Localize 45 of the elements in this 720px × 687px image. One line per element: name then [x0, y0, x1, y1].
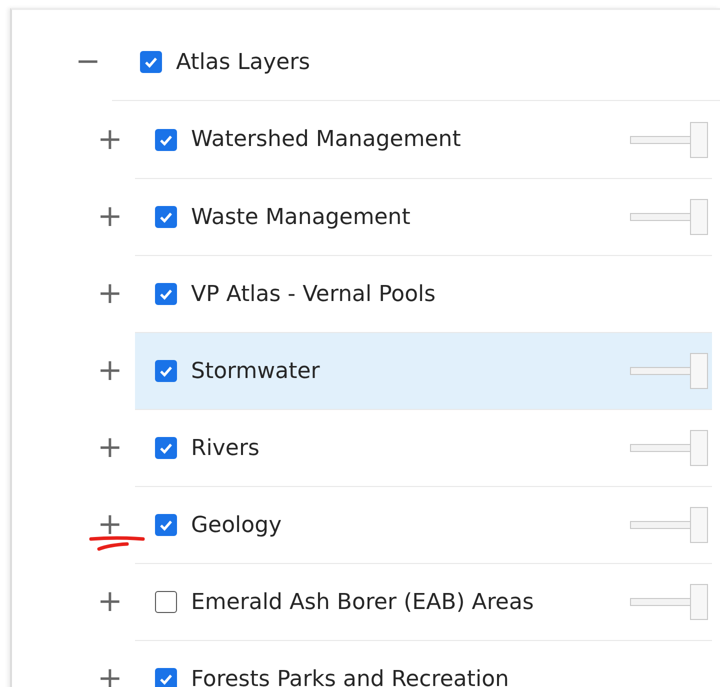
slider-thumb[interactable] [690, 199, 708, 235]
slider-thumb[interactable] [690, 584, 708, 620]
checkbox[interactable] [155, 514, 177, 536]
expand-toggle[interactable]: + [94, 510, 126, 540]
slider-thumb[interactable] [690, 122, 708, 158]
layer-label: Watershed Management [191, 127, 461, 152]
checkbox[interactable] [155, 128, 177, 150]
slider-thumb[interactable] [690, 430, 708, 466]
expand-toggle[interactable]: + [94, 278, 126, 308]
layer-row[interactable]: Rivers [135, 409, 712, 486]
layer-label: Stormwater [191, 358, 320, 384]
expand-toggle[interactable]: + [94, 356, 126, 386]
layer-row[interactable]: Waste Management [135, 178, 712, 255]
opacity-slider[interactable] [630, 353, 708, 389]
layer-label: Atlas Layers [176, 50, 310, 74]
opacity-slider[interactable] [630, 584, 708, 620]
slider-thumb[interactable] [690, 507, 708, 543]
layer-label: Geology [191, 512, 282, 538]
slider-thumb[interactable] [690, 353, 708, 389]
layer-row[interactable]: Watershed Management [135, 101, 712, 178]
opacity-slider[interactable] [630, 122, 708, 158]
layer-label: Emerald Ash Borer (EAB) Areas [191, 590, 534, 614]
layer-label: Forests Parks and Recreation [191, 666, 510, 687]
opacity-slider[interactable] [630, 430, 708, 466]
checkbox[interactable] [155, 437, 177, 459]
expand-toggle[interactable]: + [94, 202, 126, 232]
opacity-slider[interactable] [630, 507, 708, 543]
opacity-slider[interactable] [630, 199, 708, 235]
checkbox[interactable] [155, 360, 177, 382]
layer-row[interactable]: Stormwater [135, 332, 712, 409]
layer-label: Waste Management [191, 204, 410, 230]
layer-row[interactable]: Forests Parks and Recreation [135, 640, 712, 687]
checkbox[interactable] [155, 283, 177, 305]
checkbox[interactable] [155, 668, 177, 687]
layer-row[interactable]: Emerald Ash Borer (EAB) Areas [135, 563, 712, 640]
checkbox[interactable] [155, 206, 177, 228]
checkbox[interactable] [155, 591, 177, 613]
expand-toggle[interactable]: + [94, 586, 126, 616]
layer-label: VP Atlas - Vernal Pools [191, 282, 436, 306]
layer-label: Rivers [191, 436, 260, 460]
checkbox[interactable] [140, 51, 162, 73]
collapse-toggle[interactable]: − [72, 47, 104, 77]
layer-row[interactable]: Geology [135, 486, 712, 563]
expand-toggle[interactable]: + [94, 432, 126, 462]
expand-toggle[interactable]: + [94, 124, 126, 154]
